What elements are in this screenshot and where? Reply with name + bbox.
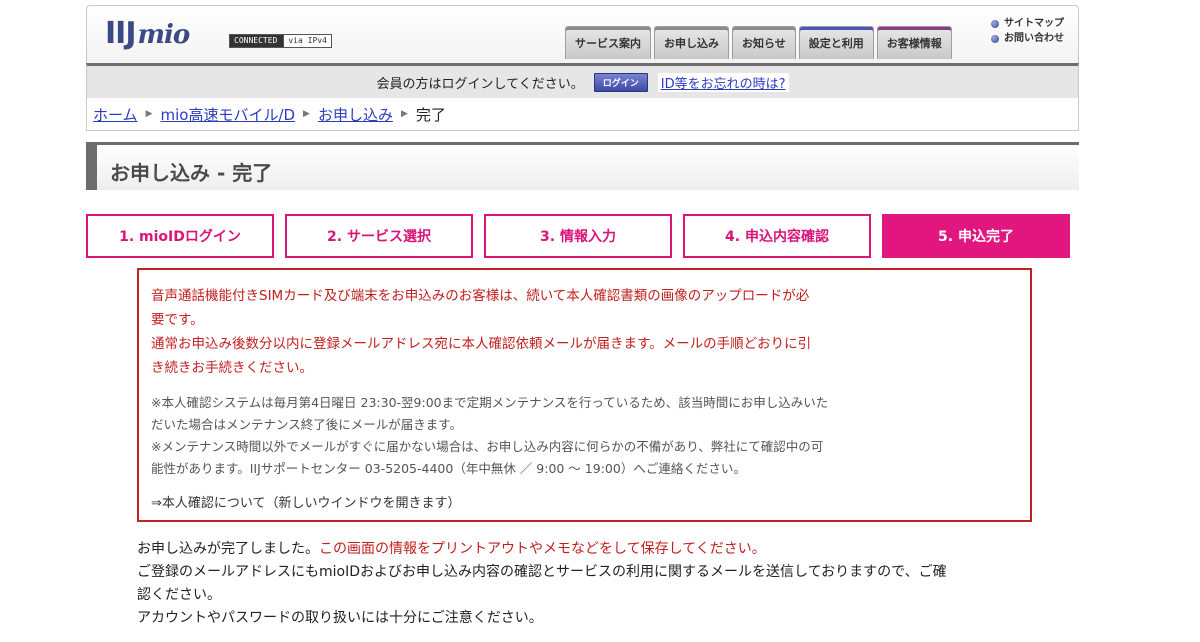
save-warning-text: この画面の情報をプリントアウトやメモなどをして保存してください。: [319, 541, 766, 557]
contact-label: お問い合わせ: [1004, 33, 1064, 44]
contact-link[interactable]: お問い合わせ: [991, 31, 1064, 46]
connected-label: CONNECTED: [234, 36, 278, 45]
sitemap-link[interactable]: サイトマップ: [991, 16, 1064, 31]
notice-line: 音声通話機能付きSIMカード及び端末をお申込みのお客様は、続いて本人確認書類の画…: [151, 288, 810, 304]
identity-notice-box: 音声通話機能付きSIMカード及び端末をお申込みのお客様は、続いて本人確認書類の画…: [137, 268, 1032, 522]
breadcrumb-service[interactable]: mio高速モバイル/D: [160, 104, 295, 125]
tab-news[interactable]: お知らせ: [732, 26, 796, 59]
caution-line: アカウントやパスワードの取り扱いには十分にご注意ください。: [137, 610, 543, 626]
chevron-right-icon: ▶: [303, 109, 310, 119]
breadcrumb-current: 完了: [415, 105, 446, 124]
iijmio-logo[interactable]: IIJmio: [105, 16, 191, 51]
logo-mio: mio: [137, 20, 191, 50]
chevron-right-icon: ▶: [145, 109, 153, 119]
progress-steps: 1. mioIDログイン 2. サービス選択 3. 情報入力 4. 申込内容確認…: [86, 214, 1070, 258]
logo-iij: IIJ: [105, 16, 136, 51]
site-header: IIJmio CONNECTED via IPv4 サービス案内 お申し込み お…: [86, 5, 1079, 63]
notice-line: 通常お申込み後数分以内に登録メールアドレス宛に本人確認依頼メールが届きます。メー…: [151, 336, 812, 352]
tab-apply[interactable]: お申し込み: [654, 26, 729, 59]
notice-red-text: 音声通話機能付きSIMカード及び端末をお申込みのお客様は、続いて本人確認書類の画…: [151, 284, 1018, 380]
notice-note-line: だいた場合はメンテナンス終了後にメールが届きます。: [151, 417, 463, 432]
login-button[interactable]: ログイン: [593, 72, 648, 92]
page-title: お申し込み - 完了: [110, 161, 273, 185]
done-text: お申し込みが完了しました。: [137, 541, 319, 557]
notice-line: き続きお手続きください。: [151, 360, 313, 376]
step-5-complete: 5. 申込完了: [882, 214, 1070, 258]
step-4-confirm: 4. 申込内容確認: [683, 214, 871, 258]
bullet-icon: [991, 19, 999, 28]
completion-message: お申し込みが完了しました。この画面の情報をプリントアウトやメモなどをして保存して…: [137, 538, 1037, 630]
completion-line: お申し込みが完了しました。この画面の情報をプリントアウトやメモなどをして保存して…: [137, 538, 1037, 561]
step-2-service: 2. サービス選択: [285, 214, 473, 258]
breadcrumb: ホーム ▶ mio高速モバイル/D ▶ お申し込み ▶ 完了: [86, 98, 1079, 131]
title-accent-bar: [86, 145, 97, 190]
notice-note-line: ※メンテナンス時間以外でメールがすぐに届かない場合は、お申し込み内容に何らかの不…: [151, 439, 824, 454]
breadcrumb-apply[interactable]: お申し込み: [318, 104, 393, 125]
step-1-login: 1. mioIDログイン: [86, 214, 274, 258]
notice-line: 要です。: [151, 312, 204, 328]
top-links: サイトマップ お問い合わせ: [991, 16, 1064, 46]
notice-note-line: 能性があります。IIJサポートセンター 03-5205-4400（年中無休 ／ …: [151, 461, 746, 476]
notice-note-line: ※本人確認システムは毎月第4日曜日 23:30-翌9:00まで定期メンテナンスを…: [151, 395, 829, 410]
identity-verification-link[interactable]: ⇒本人確認について（新しいウインドウを開きます）: [151, 492, 1018, 511]
main-nav-tabs: サービス案内 お申し込み お知らせ 設定と利用 お客様情報: [565, 26, 952, 59]
login-message: 会員の方はログインしてください。: [376, 76, 584, 92]
connection-badge: CONNECTED via IPv4: [229, 34, 332, 48]
notice-maintenance-text: ※本人確認システムは毎月第4日曜日 23:30-翌9:00まで定期メンテナンスを…: [151, 392, 1018, 480]
sitemap-label: サイトマップ: [1004, 18, 1064, 29]
mail-info-line: 認ください。: [137, 587, 221, 603]
tab-customer-info[interactable]: お客様情報: [876, 26, 952, 59]
tab-settings-usage[interactable]: 設定と利用: [798, 26, 874, 59]
step-3-info: 3. 情報入力: [484, 214, 672, 258]
bullet-icon: [991, 34, 999, 43]
breadcrumb-home[interactable]: ホーム: [93, 104, 138, 125]
tab-service-info[interactable]: サービス案内: [565, 26, 651, 59]
login-bar: 会員の方はログインしてください。 ログイン ID等をお忘れの時は?: [86, 63, 1079, 98]
chevron-right-icon: ▶: [400, 109, 408, 119]
via-ipv4-label: via IPv4: [283, 35, 331, 47]
page-title-box: お申し込み - 完了: [86, 142, 1079, 190]
forgot-id-link[interactable]: ID等をお忘れの時は?: [657, 72, 789, 92]
mail-info-line: ご登録のメールアドレスにもmioIDおよびお申し込み内容の確認とサービスの利用に…: [137, 564, 947, 580]
